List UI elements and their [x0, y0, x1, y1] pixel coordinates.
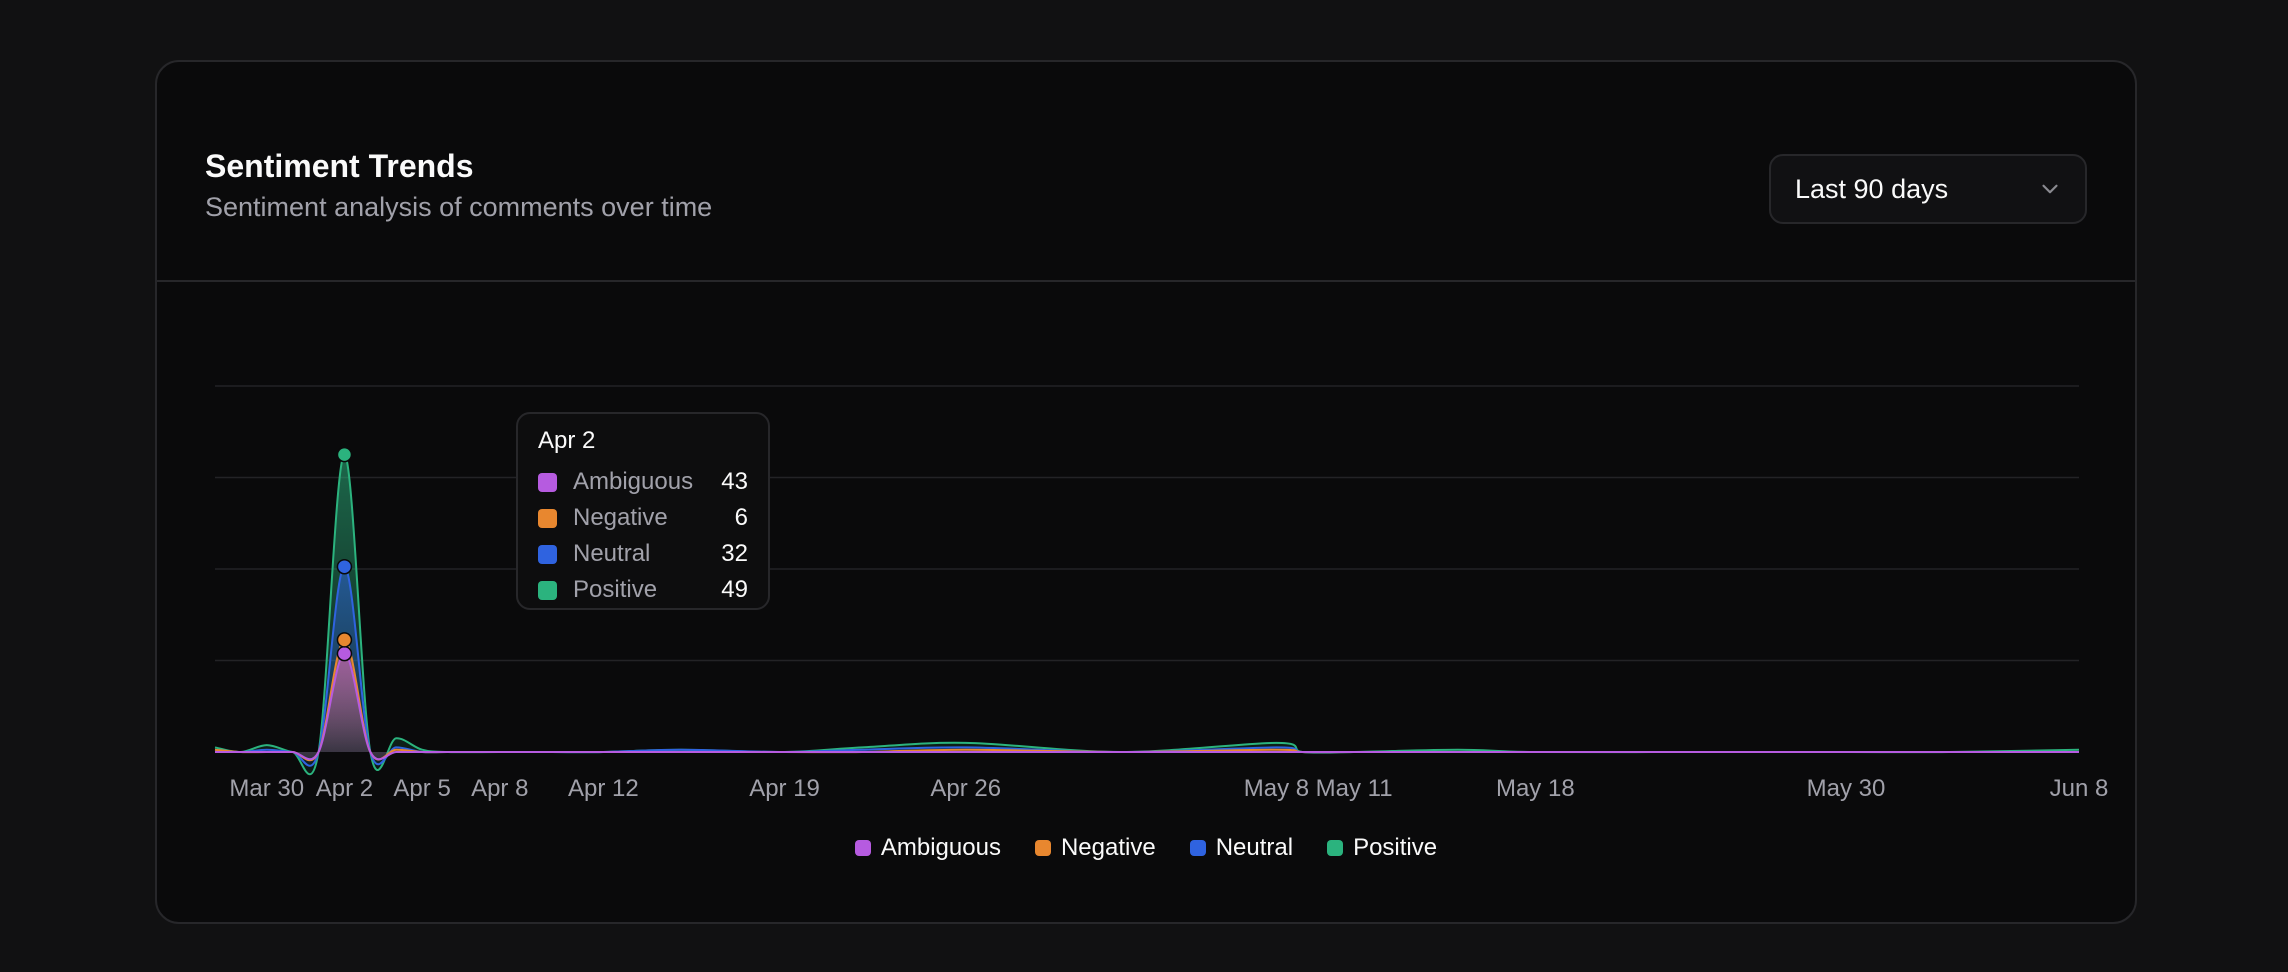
tooltip-series-value: 43 [721, 468, 748, 495]
area-positive [215, 454, 2079, 775]
legend-label: Ambiguous [880, 834, 1001, 861]
sentiment-area-chart[interactable]: Mar 30 Apr 2 Apr 5 Apr 8 Apr 12 Apr 19 Apr 26 M… [157, 62, 2135, 922]
tooltip-series-name: Neutral [573, 540, 651, 567]
x-tick-label: Mar 30 [229, 775, 304, 802]
line-positive [214, 453, 2080, 776]
x-tick-label: Jun 8 [2050, 775, 2109, 802]
area-neutral [215, 566, 2079, 766]
x-tick-label: Apr 5 [393, 775, 450, 802]
x-tick-label: May 8 [1244, 775, 1309, 802]
legend-item-ambiguous[interactable]: Ambiguous [854, 834, 1001, 862]
tooltip-series-value: 32 [721, 540, 748, 567]
sentiment-card: Sentiment Trends Sentiment analysis of c… [155, 60, 2137, 924]
x-tick-label: Apr 19 [749, 775, 820, 802]
neutral-swatch [1189, 840, 1206, 856]
active-dot-negative [336, 632, 353, 648]
x-tick-label: Apr 26 [930, 775, 1001, 802]
x-tick-label: May 30 [1807, 775, 1886, 802]
active-dot-ambiguous [336, 645, 353, 662]
tooltip-series-value: 49 [721, 576, 748, 603]
active-dot-neutral [336, 558, 353, 575]
tooltip-row-ambiguous: Ambiguous 43 [538, 464, 748, 500]
legend-item-negative[interactable]: Negative [1034, 834, 1156, 862]
x-tick-label: Apr 12 [568, 775, 639, 802]
tooltip-series-value: 6 [734, 504, 748, 531]
legend-label: Positive [1353, 834, 1438, 861]
active-dot-positive [336, 446, 353, 463]
x-tick-label: May 11 [1316, 775, 1393, 802]
x-tick-label: Apr 8 [471, 775, 528, 802]
tooltip-row-negative: Negative 6 [538, 500, 748, 536]
line-neutral [214, 565, 2079, 767]
line-negative [214, 638, 2079, 762]
tooltip-row-neutral: Neutral 32 [538, 536, 748, 572]
tooltip-series-name: Ambiguous [573, 468, 694, 495]
area-negative [215, 639, 2079, 761]
tooltip-row-positive: Positive 49 [538, 572, 748, 608]
x-tick-label: May 18 [1496, 775, 1575, 802]
positive-swatch [1327, 840, 1344, 856]
negative-swatch [538, 508, 557, 528]
positive-swatch [538, 580, 557, 600]
tooltip-date: Apr 2 [538, 427, 596, 454]
chart-legend: Ambiguous Negative Neutral Positive [157, 834, 2135, 862]
negative-swatch [1034, 840, 1051, 856]
area-ambiguous [215, 653, 2079, 760]
ambiguous-swatch [854, 840, 871, 856]
x-tick-label: Apr 2 [316, 775, 373, 802]
legend-item-neutral[interactable]: Neutral [1189, 834, 1294, 862]
tooltip-series-name: Negative [573, 504, 668, 531]
tooltip-series-name: Positive [573, 576, 658, 603]
ambiguous-swatch [538, 472, 557, 492]
line-ambiguous [214, 652, 2079, 761]
legend-label: Neutral [1215, 834, 1294, 861]
legend-label: Negative [1060, 834, 1156, 861]
chart-tooltip: Apr 2 Ambiguous 43 Negative 6 Neutral 32… [516, 412, 770, 610]
neutral-swatch [538, 544, 557, 564]
legend-item-positive[interactable]: Positive [1327, 834, 1437, 862]
